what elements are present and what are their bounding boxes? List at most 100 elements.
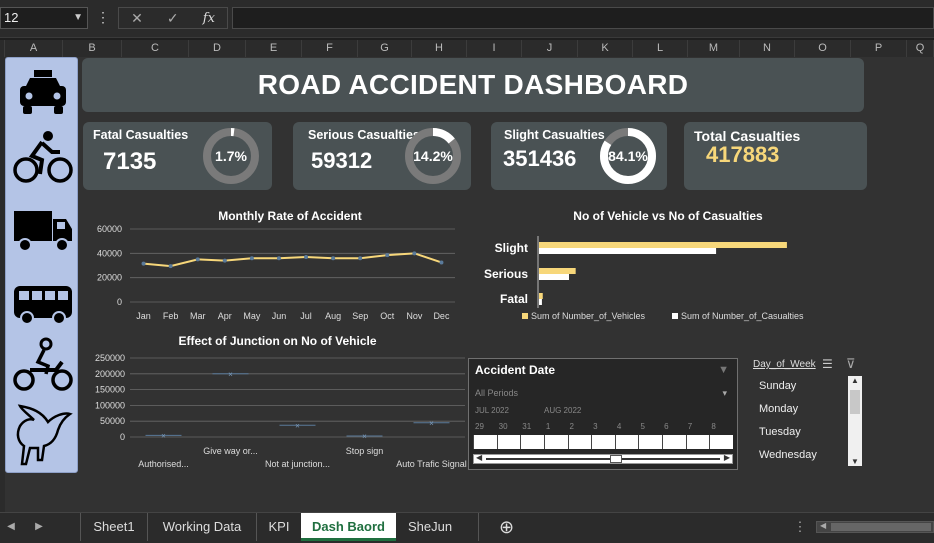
- period-label: All Periods: [475, 388, 519, 398]
- scroll-left-icon[interactable]: ◀: [476, 453, 482, 462]
- day-cell[interactable]: [591, 435, 593, 449]
- day-label: 5: [640, 422, 645, 431]
- horizontal-scrollbar[interactable]: ◀: [816, 521, 934, 533]
- legend-label: Sum of Number_of_Vehicles: [531, 311, 646, 321]
- day-label: 2: [569, 422, 574, 431]
- data-marker: ×: [228, 370, 233, 379]
- formula-input[interactable]: [232, 7, 934, 29]
- bus-icon: [14, 286, 72, 325]
- kpi-card-slight: Slight Casualties 351436 84.1%: [491, 122, 667, 190]
- day-item[interactable]: Tuesday: [759, 426, 801, 438]
- column-header[interactable]: D: [189, 40, 246, 57]
- column-header[interactable]: G: [358, 40, 412, 57]
- scroll-thumb[interactable]: [850, 390, 860, 414]
- column-header[interactable]: I: [467, 40, 522, 57]
- data-point: [412, 251, 417, 256]
- enter-icon[interactable]: ✓: [167, 10, 179, 27]
- scroll-down-icon[interactable]: ▼: [851, 457, 859, 466]
- more-options-icon[interactable]: ⋮: [96, 9, 110, 26]
- accident-date-slicer[interactable]: Accident Date ▼ All Periods ▾ JUL 2022 A…: [468, 358, 738, 470]
- scroll-thumb[interactable]: [610, 455, 622, 463]
- day-item[interactable]: Sunday: [759, 380, 796, 392]
- kpi-card-fatal: Fatal Casualties 7135 1.7%: [83, 122, 272, 190]
- tab-shejun[interactable]: SheJun: [397, 513, 463, 541]
- day-cell[interactable]: [614, 435, 616, 449]
- column-header[interactable]: F: [302, 40, 358, 57]
- kpi-value: 351436: [503, 146, 577, 171]
- vehicle-vs-casualties-bar-chart[interactable]: Slight Serious FatalSum of Number_of_Vehic…: [470, 228, 830, 328]
- day-cell[interactable]: [520, 435, 522, 449]
- dashboard-title: ROAD ACCIDENT DASHBOARD: [82, 58, 864, 112]
- add-sheet-icon[interactable]: ⊕: [478, 513, 534, 541]
- multi-select-icon[interactable]: ☰: [822, 357, 833, 371]
- bar: [539, 242, 787, 248]
- category-label: Slight: [495, 241, 528, 255]
- scroll-right-icon[interactable]: ▶: [724, 453, 730, 462]
- column-header[interactable]: E: [246, 40, 302, 57]
- day-cell[interactable]: [662, 435, 664, 449]
- column-header[interactable]: B: [63, 40, 122, 57]
- day-label: 4: [616, 422, 622, 431]
- column-header[interactable]: H: [412, 40, 467, 57]
- category-label: Fatal: [500, 292, 528, 306]
- timeline-scrollbar[interactable]: ◀ ▶: [473, 453, 733, 464]
- day-cell[interactable]: [685, 435, 687, 449]
- column-header[interactable]: A: [5, 40, 63, 57]
- column-header[interactable]: L: [633, 40, 688, 57]
- prev-sheet-icon[interactable]: ◀: [4, 513, 18, 541]
- monthly-accident-line-chart[interactable]: 0 20000 40000 60000 Jan Feb Mar Apr May Jun Jul Aug…: [85, 224, 460, 324]
- day-cell[interactable]: [543, 435, 545, 449]
- next-sheet-icon[interactable]: ▶: [32, 513, 46, 541]
- data-point: [331, 256, 336, 261]
- cancel-icon[interactable]: ✕: [131, 10, 143, 27]
- day-cell[interactable]: [638, 435, 640, 449]
- column-header[interactable]: K: [578, 40, 633, 57]
- day-of-week-slicer[interactable]: Day_of_Week ☰ ⊽ Sunday Monday Tuesday We…: [752, 356, 864, 468]
- line-chart-title: Monthly Rate of Accident: [218, 209, 362, 223]
- column-header[interactable]: N: [740, 40, 795, 57]
- column-header[interactable]: C: [122, 40, 189, 57]
- day-cell[interactable]: [709, 435, 711, 449]
- kpi-donut: 14.2%: [405, 128, 461, 184]
- day-cell[interactable]: [567, 435, 569, 449]
- clear-filter-icon[interactable]: ⊽: [846, 356, 856, 372]
- bar: [539, 248, 717, 254]
- bar: [539, 274, 569, 280]
- column-header[interactable]: O: [795, 40, 851, 57]
- tab-sheet1[interactable]: Sheet1: [80, 513, 147, 541]
- more-options-icon[interactable]: ⋮: [790, 513, 810, 541]
- y-tick-label: 100000: [95, 400, 125, 410]
- x-tick-label: Auto Trafic Signal: [396, 459, 467, 469]
- data-point: [141, 261, 146, 266]
- tab-working-data[interactable]: Working Data: [147, 513, 256, 541]
- scrollbar[interactable]: ▲ ▼: [848, 376, 862, 466]
- slicer-title: Accident Date: [475, 363, 556, 377]
- column-header[interactable]: P: [851, 40, 907, 57]
- kpi-percent: 1.7%: [215, 148, 247, 164]
- scroll-thumb[interactable]: [831, 523, 931, 531]
- day-label: 6: [664, 422, 669, 431]
- day-cell[interactable]: [473, 435, 474, 449]
- column-header[interactable]: Q: [907, 40, 934, 57]
- period-dropdown-icon[interactable]: ▾: [722, 388, 727, 399]
- day-cell[interactable]: [496, 435, 498, 449]
- scroll-up-icon[interactable]: ▲: [851, 376, 859, 385]
- day-item[interactable]: Wednesday: [759, 449, 817, 461]
- kpi-value: 59312: [311, 148, 373, 173]
- day-item[interactable]: Monday: [759, 403, 798, 415]
- column-header[interactable]: J: [522, 40, 578, 57]
- column-header[interactable]: M: [688, 40, 740, 57]
- y-tick-label: 0: [117, 297, 122, 307]
- clear-filter-icon[interactable]: ▼: [718, 364, 729, 376]
- data-marker: ×: [362, 432, 367, 441]
- insert-function-button[interactable]: fx: [203, 11, 215, 26]
- chevron-down-icon[interactable]: ▼: [73, 8, 83, 28]
- y-tick-label: 60000: [97, 224, 122, 234]
- tab-dash-baord[interactable]: Dash Baord: [301, 513, 396, 541]
- tab-kpi[interactable]: KPI: [256, 513, 301, 541]
- y-tick-label: 0: [120, 432, 125, 442]
- name-box[interactable]: 12 ▼: [0, 7, 88, 29]
- x-tick-label: Apr: [218, 311, 232, 321]
- scroll-left-icon[interactable]: ◀: [820, 521, 826, 530]
- junction-scatter-chart[interactable]: 0 50000 100000 150000 200000 250000 × × × × × Autho…: [85, 350, 467, 474]
